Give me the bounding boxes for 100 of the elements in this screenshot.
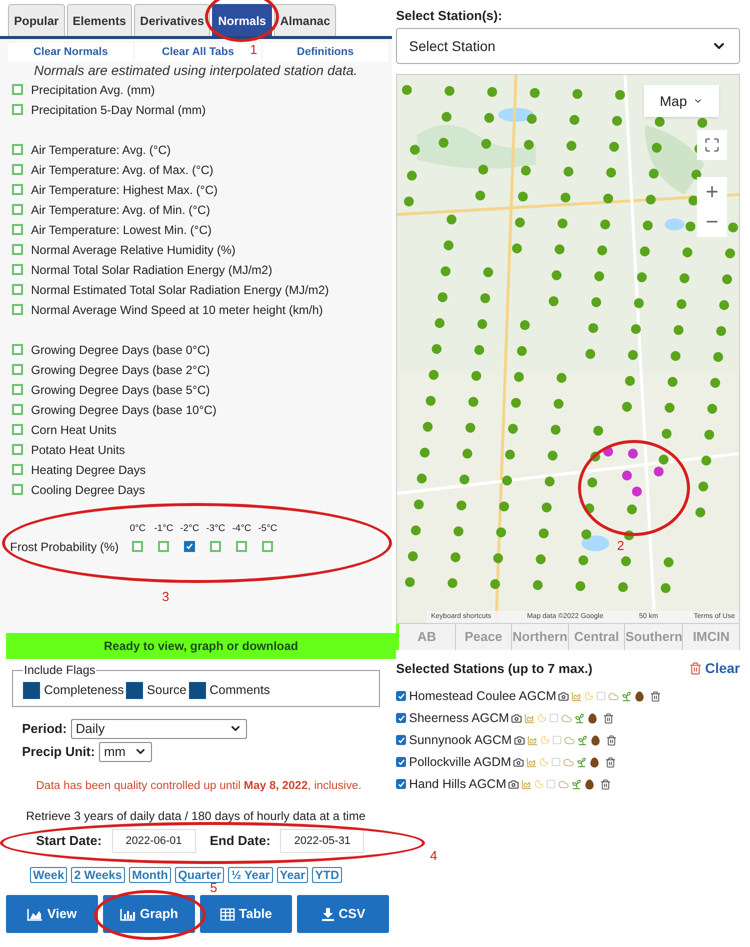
checkbox[interactable]	[236, 541, 248, 552]
checkbox[interactable]	[12, 244, 23, 255]
map-type-button[interactable]: Map	[644, 85, 719, 117]
column-label: 0°C	[128, 522, 147, 536]
checkbox[interactable]	[158, 541, 170, 552]
preset-button[interactable]: Week	[30, 867, 68, 883]
clear-button[interactable]: Clear	[688, 658, 740, 679]
checkbox[interactable]	[12, 364, 23, 375]
flag-checkbox[interactable]	[188, 682, 206, 699]
area-chart-icon	[27, 908, 44, 920]
table-icon	[220, 908, 235, 920]
field-label: Start Date:	[36, 832, 102, 850]
link[interactable]: Clear Normals	[8, 43, 134, 62]
camera-icon	[514, 734, 525, 746]
option-label: Normal Total Solar Radiation Energy (MJ/m2)	[31, 262, 272, 278]
zoom-in-button[interactable]: +	[697, 177, 727, 207]
checkbox[interactable]	[12, 104, 23, 115]
link[interactable]: Definitions	[262, 43, 388, 62]
chart-icon	[524, 712, 536, 724]
zoom-out-button[interactable]: −	[697, 207, 727, 237]
checkbox[interactable]	[12, 404, 23, 415]
unit-select[interactable]: mm	[98, 742, 152, 762]
checkbox[interactable]	[12, 264, 23, 275]
column-label: -5°C	[257, 522, 278, 536]
tab[interactable]: Elements	[66, 4, 132, 36]
seed-icon	[589, 756, 600, 768]
checkbox[interactable]	[132, 541, 144, 552]
station-name: Homestead Coulee AGCM	[409, 688, 556, 705]
flag-checkbox[interactable]	[23, 682, 40, 699]
camera-icon	[558, 690, 570, 702]
checkbox[interactable]	[12, 304, 23, 315]
date-field[interactable]: 2022-05-31	[280, 829, 364, 853]
action-button[interactable]: View	[6, 895, 98, 933]
checkbox[interactable]	[12, 424, 23, 435]
plant-icon	[574, 712, 586, 724]
option-label: Air Temperature: Avg. (°C)	[31, 142, 171, 158]
tab[interactable]: Almanac	[274, 4, 336, 36]
quality-note: Data has been quality controlled up until May 8, 2022, inclusive.	[35, 778, 362, 794]
checkbox[interactable]	[12, 484, 23, 495]
moon-icon	[534, 779, 544, 789]
checkbox[interactable]	[12, 384, 23, 395]
action-button[interactable]: CSV	[297, 895, 389, 933]
flag-label: Source	[146, 682, 187, 699]
preset-button[interactable]: Year	[276, 867, 308, 883]
tab[interactable]: Normals	[212, 4, 272, 36]
checkbox[interactable]	[12, 204, 23, 215]
tab[interactable]: Popular	[8, 4, 65, 36]
checkbox[interactable]	[396, 691, 406, 701]
moon-icon	[584, 691, 594, 701]
checkbox[interactable]	[12, 284, 23, 295]
flag-checkbox[interactable]	[126, 682, 143, 699]
checkbox[interactable]	[12, 144, 23, 155]
cloud-icon	[558, 778, 570, 790]
checkbox[interactable]	[12, 344, 23, 355]
checkbox[interactable]	[12, 464, 23, 475]
delete-icon[interactable]	[603, 712, 614, 724]
preset-button[interactable]: YTD	[312, 867, 342, 883]
annotation-number: 4	[430, 847, 438, 865]
checkbox[interactable]	[12, 444, 23, 455]
checkbox[interactable]	[184, 541, 196, 552]
date-field[interactable]: 2022-06-01	[112, 829, 196, 853]
checkbox[interactable]	[12, 164, 23, 175]
field-label: Precip Unit:	[22, 743, 95, 761]
checkbox[interactable]	[396, 735, 406, 745]
checkbox[interactable]	[210, 541, 222, 552]
option-label: Growing Degree Days (base 0°C)	[31, 342, 210, 358]
frost-label: Frost Probability (%)	[10, 538, 120, 556]
column-label: -3°C	[205, 522, 226, 536]
action-button[interactable]: Graph	[103, 895, 195, 933]
station-name: Sheerness AGCM	[409, 710, 510, 727]
delete-icon[interactable]	[605, 756, 616, 768]
square-icon	[551, 757, 562, 767]
checkbox[interactable]	[12, 184, 23, 195]
square-icon	[546, 779, 556, 789]
checkbox[interactable]	[12, 224, 23, 235]
delete-icon[interactable]	[650, 690, 662, 702]
option-label: Air Temperature: Lowest Min. (°C)	[31, 222, 212, 238]
delete-icon[interactable]	[606, 734, 617, 746]
preset-button[interactable]: Month	[128, 867, 171, 883]
annotation-number: 2	[617, 537, 624, 555]
delete-icon[interactable]	[600, 778, 612, 790]
checkbox[interactable]	[396, 757, 406, 767]
checkbox[interactable]	[396, 779, 406, 789]
action-button[interactable]: Table	[200, 895, 292, 933]
preset-button[interactable]: ½ Year	[228, 867, 273, 883]
tab[interactable]: Derivatives	[134, 4, 210, 36]
option-label: Normal Estimated Total Solar Radiation Energy (MJ/m2)	[31, 282, 329, 298]
preset-button[interactable]: Quarter	[174, 867, 224, 883]
station-select[interactable]: Select Station	[396, 28, 740, 64]
fullscreen-button[interactable]	[697, 130, 727, 160]
checkbox[interactable]	[12, 84, 23, 95]
station-name: Pollockville AGDM	[409, 754, 512, 771]
checkbox[interactable]	[396, 713, 406, 723]
option-label: Corn Heat Units	[31, 422, 116, 438]
preset-button[interactable]: 2 Weeks	[71, 867, 125, 883]
chart-icon	[526, 734, 538, 746]
period-select[interactable]: Daily	[70, 718, 247, 739]
field-label: Period:	[22, 720, 67, 738]
bar-chart-icon	[120, 908, 136, 920]
checkbox[interactable]	[262, 541, 274, 552]
